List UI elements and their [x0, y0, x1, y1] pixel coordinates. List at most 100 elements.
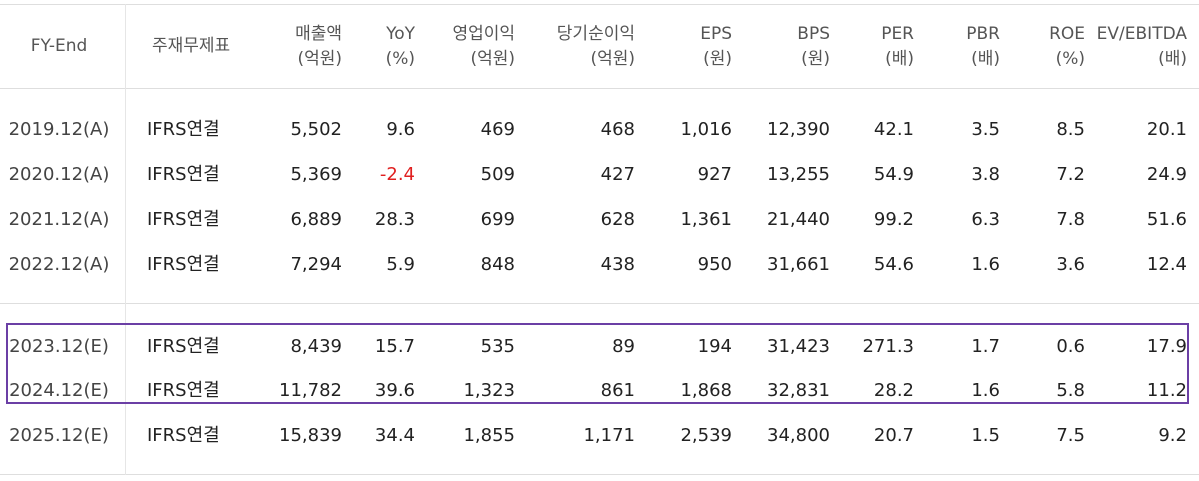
cell-net-income: 861: [600, 380, 635, 401]
cell-bps: 12,390: [767, 119, 830, 140]
cell-roe: 0.6: [1056, 336, 1085, 357]
cell-fy: 2020.12(A): [8, 164, 110, 185]
cell-net-income: 468: [600, 119, 635, 140]
cell-per: 28.2: [873, 380, 914, 401]
header-yoy: YoY (%): [355, 22, 415, 72]
cell-revenue: 7,294: [290, 254, 342, 275]
cell-roe: 5.8: [1056, 380, 1085, 401]
header-ev-ebitda: EV/EBITDA (배): [1090, 22, 1187, 72]
fy-column-divider: [125, 4, 126, 475]
header-pbr-label: PBR: [966, 24, 1000, 44]
cell-yoy: 28.3: [374, 209, 415, 230]
cell-ev-ebitda: 51.6: [1146, 209, 1187, 230]
cell-bps: 21,440: [767, 209, 830, 230]
cell-pbr: 3.8: [971, 164, 1000, 185]
cell-basis: IFRS연결: [147, 336, 220, 357]
cell-pbr: 1.6: [971, 380, 1000, 401]
header-net-income-label: 당기순이익: [556, 24, 635, 44]
cell-pbr: 1.7: [971, 336, 1000, 357]
cell-basis: IFRS연결: [147, 164, 220, 185]
cell-fy: 2022.12(A): [8, 254, 110, 275]
header-roe-label: ROE: [1049, 24, 1085, 44]
cell-per: 54.9: [873, 164, 914, 185]
cell-roe: 7.2: [1056, 164, 1085, 185]
cell-per: 20.7: [873, 425, 914, 446]
cell-revenue: 15,839: [279, 425, 342, 446]
cell-bps: 31,423: [767, 336, 830, 357]
header-bps: BPS (원): [740, 22, 830, 72]
cell-revenue: 8,439: [290, 336, 342, 357]
cell-op-income: 509: [480, 164, 515, 185]
cell-op-income: 1,323: [463, 380, 515, 401]
cell-fy: 2024.12(E): [9, 380, 109, 401]
cell-eps: 194: [697, 336, 732, 357]
header-per-unit: (배): [885, 49, 914, 69]
cell-roe: 7.8: [1056, 209, 1085, 230]
cell-ev-ebitda: 9.2: [1158, 425, 1187, 446]
cell-yoy: 39.6: [374, 380, 415, 401]
cell-basis: IFRS연결: [147, 425, 220, 446]
cell-fy: 2023.12(E): [9, 336, 109, 357]
table-row: 2020.12(A) IFRS연결 5,369 -2.4 509 427 927…: [0, 163, 1199, 187]
cell-ev-ebitda: 24.9: [1146, 164, 1187, 185]
table-row: 2025.12(E) IFRS연결 15,839 34.4 1,855 1,17…: [0, 424, 1199, 448]
cell-net-income: 89: [612, 336, 635, 357]
cell-eps: 1,868: [680, 380, 732, 401]
header-op-income: 영업이익 (억원): [420, 22, 515, 72]
table-row: 2023.12(E) IFRS연결 8,439 15.7 535 89 194 …: [0, 335, 1199, 359]
cell-op-income: 848: [480, 254, 515, 275]
cell-bps: 34,800: [767, 425, 830, 446]
header-revenue: 매출액 (억원): [240, 22, 342, 72]
table-row: 2019.12(A) IFRS연결 5,502 9.6 469 468 1,01…: [0, 118, 1199, 142]
cell-eps: 927: [697, 164, 732, 185]
cell-op-income: 1,855: [463, 425, 515, 446]
cell-ev-ebitda: 17.9: [1146, 336, 1187, 357]
cell-fy: 2021.12(A): [8, 209, 110, 230]
cell-pbr: 6.3: [971, 209, 1000, 230]
cell-ev-ebitda: 20.1: [1146, 119, 1187, 140]
financial-summary-table: FY-End 주재무제표 매출액 (억원) YoY (%) 영업이익 (억원) …: [0, 0, 1199, 481]
cell-op-income: 699: [480, 209, 515, 230]
cell-yoy: 15.7: [374, 336, 415, 357]
header-roe-unit: (%): [1055, 49, 1085, 69]
header-fy-end: FY-End: [30, 36, 88, 56]
cell-bps: 13,255: [767, 164, 830, 185]
table-row: 2024.12(E) IFRS연결 11,782 39.6 1,323 861 …: [0, 379, 1199, 403]
header-bottom-border: [0, 88, 1199, 89]
cell-bps: 32,831: [767, 380, 830, 401]
cell-per: 42.1: [873, 119, 914, 140]
cell-revenue: 6,889: [290, 209, 342, 230]
header-eps: EPS (원): [650, 22, 732, 72]
header-revenue-unit: (억원): [297, 49, 342, 69]
table-bottom-border: [0, 474, 1199, 475]
header-bps-unit: (원): [801, 49, 830, 69]
header-op-income-unit: (억원): [470, 49, 515, 69]
header-yoy-label: YoY: [386, 24, 415, 44]
header-pbr-unit: (배): [971, 49, 1000, 69]
cell-yoy: -2.4: [379, 164, 415, 185]
header-per: PER (배): [840, 22, 914, 72]
actual-section-bottom-border: [0, 303, 1199, 304]
cell-per: 271.3: [862, 336, 914, 357]
cell-op-income: 469: [480, 119, 515, 140]
cell-eps: 950: [697, 254, 732, 275]
cell-yoy: 34.4: [374, 425, 415, 446]
cell-pbr: 3.5: [971, 119, 1000, 140]
cell-per: 54.6: [873, 254, 914, 275]
cell-basis: IFRS연결: [147, 119, 220, 140]
cell-revenue: 5,502: [290, 119, 342, 140]
header-net-income: 당기순이익 (억원): [520, 22, 635, 72]
header-eps-label: EPS: [700, 24, 732, 44]
cell-roe: 8.5: [1056, 119, 1085, 140]
header-revenue-label: 매출액: [295, 24, 342, 44]
table-row: 2021.12(A) IFRS연결 6,889 28.3 699 628 1,3…: [0, 208, 1199, 232]
header-eps-unit: (원): [703, 49, 732, 69]
cell-eps: 1,016: [680, 119, 732, 140]
header-yoy-unit: (%): [385, 49, 415, 69]
cell-per: 99.2: [873, 209, 914, 230]
header-bps-label: BPS: [797, 24, 830, 44]
header-pbr: PBR (배): [930, 22, 1000, 72]
cell-roe: 7.5: [1056, 425, 1085, 446]
cell-net-income: 1,171: [583, 425, 635, 446]
cell-yoy: 9.6: [386, 119, 415, 140]
